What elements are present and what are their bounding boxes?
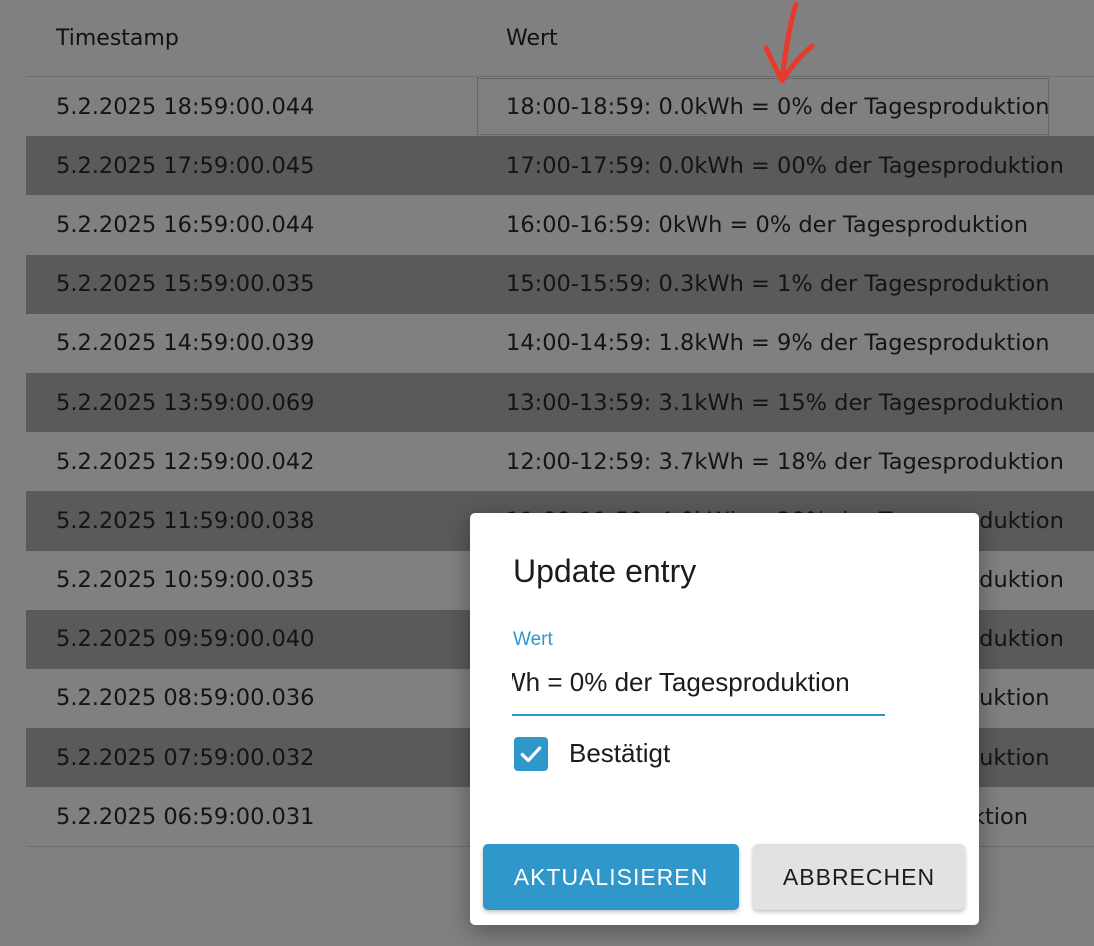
timestamp-cell[interactable]: 5.2.2025 08:59:00.036 — [26, 685, 476, 711]
value-cell[interactable]: 14:00-14:59: 1.8kWh = 9% der Tagesproduk… — [476, 314, 1050, 373]
update-entry-dialog: Update entry Wert Bestätigt AKTUALISIERE… — [470, 513, 979, 925]
arrow-down-icon — [763, 2, 815, 84]
timestamp-cell[interactable]: 5.2.2025 15:59:00.035 — [26, 271, 476, 297]
cancel-button[interactable]: ABBRECHEN — [753, 844, 965, 910]
timestamp-cell[interactable]: 5.2.2025 07:59:00.032 — [26, 745, 476, 771]
bestaetigt-checkbox[interactable] — [514, 737, 548, 771]
value-cell[interactable]: 15:00-15:59: 0.3kWh = 1% der Tagesproduk… — [476, 255, 1050, 314]
table-row[interactable]: 5.2.2025 16:59:00.044 16:00-16:59: 0kWh =… — [26, 195, 1094, 255]
wert-field-container — [512, 663, 885, 716]
header-timestamp[interactable]: Timestamp — [26, 26, 476, 51]
table-header: Timestamp Wert — [26, 0, 1094, 77]
value-cell[interactable]: 13:00-13:59: 3.1kWh = 15% der Tagesprodu… — [476, 373, 1064, 432]
wert-field-label: Wert — [513, 629, 553, 650]
table-row[interactable]: 5.2.2025 14:59:00.039 14:00-14:59: 1.8kWh… — [26, 313, 1094, 373]
timestamp-cell[interactable]: 5.2.2025 18:59:00.044 — [26, 94, 476, 120]
table-row[interactable]: 5.2.2025 15:59:00.035 15:00-15:59: 0.3kWh… — [26, 254, 1094, 314]
value-cell[interactable]: 17:00-17:59: 0.0kWh = 00% der Tagesprodu… — [476, 136, 1064, 195]
timestamp-cell[interactable]: 5.2.2025 16:59:00.044 — [26, 212, 476, 238]
timestamp-cell[interactable]: 5.2.2025 17:59:00.045 — [26, 153, 476, 179]
header-value[interactable]: Wert — [476, 26, 558, 51]
page: Timestamp Wert 5.2.2025 18:59:00.044 18:0… — [0, 0, 1094, 946]
value-cell[interactable]: 16:00-16:59: 0kWh = 0% der Tagesprodukti… — [476, 195, 1028, 254]
timestamp-cell[interactable]: 5.2.2025 13:59:00.069 — [26, 390, 476, 416]
timestamp-cell[interactable]: 5.2.2025 06:59:00.031 — [26, 804, 476, 830]
table-row[interactable]: 5.2.2025 13:59:00.069 13:00-13:59: 3.1kWh… — [26, 372, 1094, 433]
value-cell[interactable]: 12:00-12:59: 3.7kWh = 18% der Tagesprodu… — [476, 432, 1064, 491]
table-row[interactable]: 5.2.2025 17:59:00.045 17:00-17:59: 0.0kWh… — [26, 136, 1094, 196]
timestamp-cell[interactable]: 5.2.2025 11:59:00.038 — [26, 508, 476, 534]
timestamp-cell[interactable]: 5.2.2025 10:59:00.035 — [26, 567, 476, 593]
timestamp-cell[interactable]: 5.2.2025 14:59:00.039 — [26, 330, 476, 356]
dialog-title: Update entry — [513, 553, 697, 589]
timestamp-cell[interactable]: 5.2.2025 09:59:00.040 — [26, 626, 476, 652]
wert-field[interactable] — [512, 667, 885, 698]
table-row[interactable]: 5.2.2025 18:59:00.044 18:00-18:59: 0.0kWh… — [26, 77, 1094, 137]
checkmark-icon — [520, 746, 542, 763]
timestamp-cell[interactable]: 5.2.2025 12:59:00.042 — [26, 449, 476, 475]
bestaetigt-label[interactable]: Bestätigt — [569, 738, 670, 769]
table-row[interactable]: 5.2.2025 12:59:00.042 12:00-12:59: 3.7kWh… — [26, 432, 1094, 492]
update-button[interactable]: AKTUALISIEREN — [483, 844, 739, 910]
